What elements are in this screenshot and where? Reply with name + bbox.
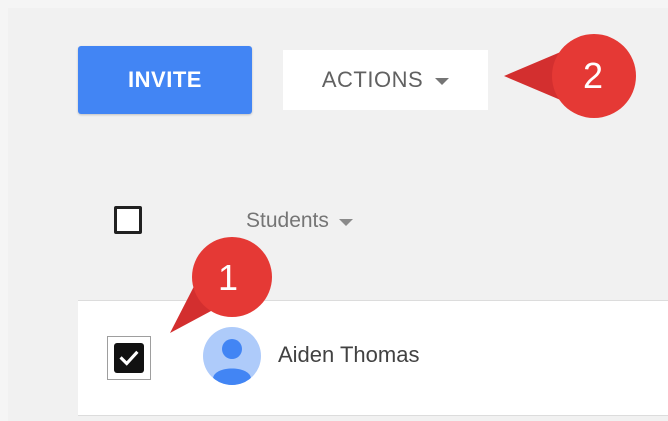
students-header-label: Students: [246, 209, 329, 232]
row-checkbox-focus-ring: [107, 336, 151, 380]
callout-2-marker-icon: [504, 34, 636, 118]
callout-1: 1: [156, 233, 284, 337]
actions-label: ACTIONS: [321, 67, 424, 92]
actions-dropdown-button[interactable]: ACTIONS: [283, 50, 488, 110]
student-name[interactable]: Aiden Thomas: [278, 342, 419, 368]
chevron-down-icon: [435, 78, 450, 85]
callout-1-number: 1: [218, 257, 239, 298]
students-column-header[interactable]: Students: [246, 206, 353, 236]
sort-dropdown-icon: [338, 219, 353, 226]
callout-2: 2: [500, 30, 640, 126]
invite-button[interactable]: INVITE: [78, 46, 252, 114]
callout-2-number: 2: [583, 55, 604, 96]
checkmark-icon: [119, 350, 139, 366]
select-all-checkbox[interactable]: [114, 206, 142, 234]
row-checkbox[interactable]: [114, 343, 144, 373]
